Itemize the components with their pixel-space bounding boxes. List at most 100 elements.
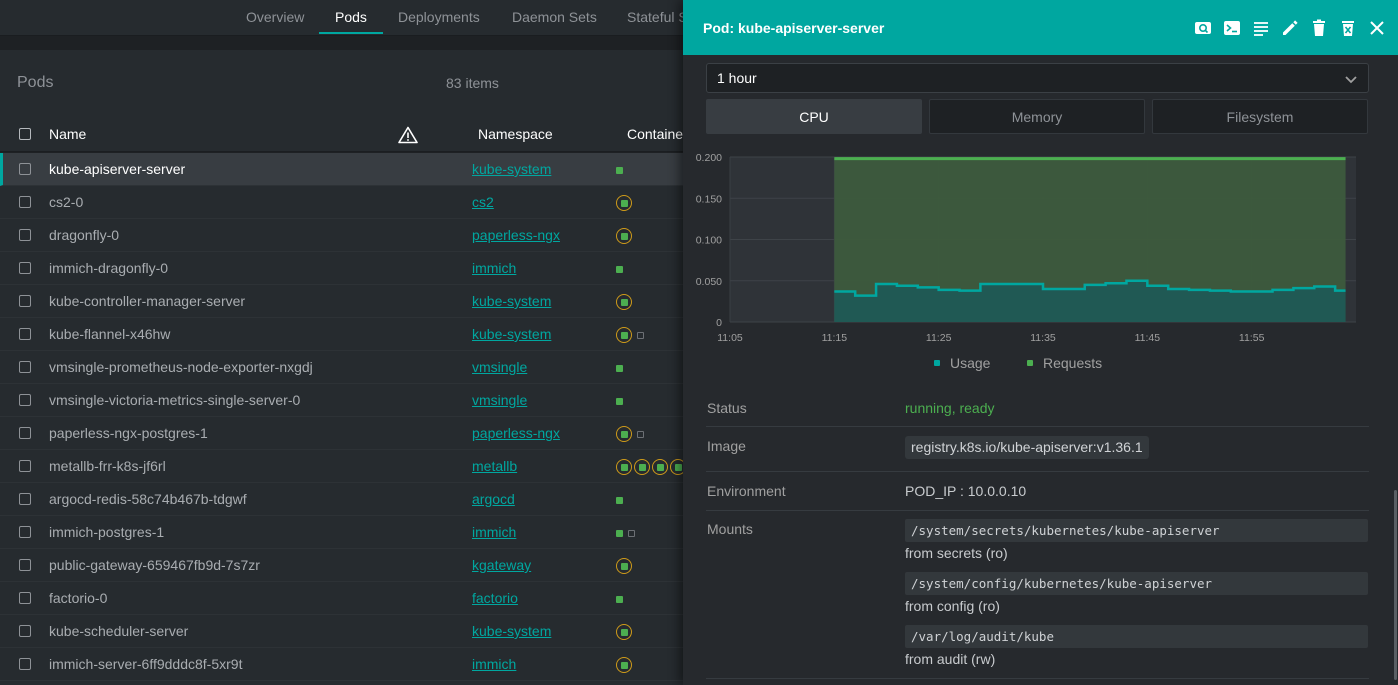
container-restarted-icon[interactable] [616,228,632,244]
table-row[interactable]: kube-apiserver-server kube-system [0,153,683,186]
container-restarted-icon[interactable] [634,459,650,475]
container-restarted-icon[interactable] [616,327,632,343]
table-row[interactable]: vmsingle-victoria-metrics-single-server-… [0,384,683,417]
table-row[interactable]: cs2-0 cs2 [0,186,683,219]
namespace-link[interactable]: kube-system [472,161,551,177]
namespace-link[interactable]: kgateway [472,557,531,573]
tab-overview[interactable]: Overview [246,0,304,35]
namespace-link[interactable]: argocd [472,491,515,507]
namespace-link[interactable]: factorio [472,590,518,606]
container-running-icon[interactable] [616,364,623,372]
row-checkbox[interactable] [19,625,31,637]
table-row[interactable]: kube-scheduler-server kube-system [0,615,683,648]
namespace-link[interactable]: kube-system [472,293,551,309]
namespace-link[interactable]: immich [472,260,516,276]
table-row[interactable]: metallb-frr-k8s-jf6rl metallb [0,450,683,483]
row-checkbox[interactable] [19,559,31,571]
table-row[interactable]: immich-server-6ff9dddc8f-5xr9t immich [0,648,683,681]
container-terminated-icon[interactable] [637,331,644,339]
container-status [616,624,632,640]
table-row[interactable]: immich-postgres-1 immich [0,516,683,549]
row-checkbox[interactable] [19,493,31,505]
container-restarted-icon[interactable] [616,426,632,442]
evict-icon[interactable] [1338,18,1358,38]
row-checkbox[interactable] [19,394,31,406]
namespace-link[interactable]: cs2 [472,194,494,210]
table-row[interactable]: paperless-ngx-postgres-1 paperless-ngx [0,417,683,450]
container-terminated-icon[interactable] [628,529,635,537]
row-checkbox[interactable] [19,427,31,439]
namespace-link[interactable]: immich [472,524,516,540]
container-restarted-icon[interactable] [616,294,632,310]
warning-icon [398,126,418,144]
row-checkbox[interactable] [19,361,31,373]
tab-deployments[interactable]: Deployments [398,0,480,35]
tab-daemon-sets[interactable]: Daemon Sets [512,0,597,35]
namespace-link[interactable]: kube-system [472,326,551,342]
x-tick-label: 11:55 [1239,332,1265,344]
namespace-link[interactable]: paperless-ngx [472,425,560,441]
container-status [616,228,632,244]
tab-memory[interactable]: Memory [929,99,1145,134]
table-row[interactable]: public-gateway-659467fb9d-7s7zr kgateway [0,549,683,582]
table-row[interactable]: immich-dragonfly-0 immich [0,252,683,285]
row-checkbox[interactable] [19,196,31,208]
column-name[interactable]: Name [49,126,86,142]
table-row[interactable]: vmsingle-prometheus-node-exporter-nxgdj v… [0,351,683,384]
container-terminated-icon[interactable] [637,430,644,438]
row-checkbox[interactable] [19,658,31,670]
table-row[interactable]: dragonfly-0 paperless-ngx [0,219,683,252]
row-checkbox[interactable] [19,526,31,538]
tab-stateful-sets[interactable]: Stateful Sets [627,0,683,35]
table-row[interactable]: argocd-redis-58c74b467b-tdgwf argocd [0,483,683,516]
container-running-icon[interactable] [616,595,623,603]
pod-name: paperless-ngx-postgres-1 [49,425,208,441]
namespace-link[interactable]: metallb [472,458,517,474]
row-checkbox[interactable] [19,295,31,307]
container-restarted-icon[interactable] [670,459,683,475]
container-running-icon[interactable] [616,397,623,405]
row-checkbox[interactable] [19,229,31,241]
row-checkbox[interactable] [19,163,31,175]
delete-icon[interactable] [1309,18,1329,38]
table-row[interactable]: kube-flannel-x46hw kube-system [0,318,683,351]
namespace-link[interactable]: paperless-ngx [472,227,560,243]
terminal-icon[interactable] [1222,18,1242,38]
legend-requests-label: Requests [1043,355,1103,371]
container-running-icon[interactable] [616,265,623,273]
time-range-select[interactable]: 1 hour [706,63,1369,93]
namespace-link[interactable]: immich [472,656,516,672]
search-logs-icon[interactable] [1193,18,1213,38]
container-running-icon[interactable] [616,529,623,537]
container-restarted-icon[interactable] [616,558,632,574]
namespace-link[interactable]: kube-system [472,623,551,639]
tab-cpu[interactable]: CPU [706,99,922,134]
edit-icon[interactable] [1280,18,1300,38]
drawer-header: Pod: kube-apiserver-server [683,0,1398,55]
container-restarted-icon[interactable] [616,195,632,211]
namespace-link[interactable]: vmsingle [472,359,527,375]
drawer-scrollbar[interactable] [1394,490,1397,680]
column-namespace[interactable]: Namespace [478,126,553,142]
logs-icon[interactable] [1251,18,1271,38]
container-running-icon[interactable] [616,166,623,174]
table-row[interactable]: kube-controller-manager-server kube-syste… [0,285,683,318]
mount-source: from audit (rw) [905,651,996,667]
y-tick-label: 0.100 [696,235,722,247]
select-all-checkbox[interactable] [19,128,31,140]
tab-pods[interactable]: Pods [319,0,383,35]
tab-filesystem[interactable]: Filesystem [1152,99,1368,134]
container-restarted-icon[interactable] [616,459,632,475]
row-checkbox[interactable] [19,592,31,604]
container-restarted-icon[interactable] [652,459,668,475]
container-running-icon[interactable] [616,496,623,504]
row-checkbox[interactable] [19,328,31,340]
close-icon[interactable] [1367,18,1387,38]
table-row[interactable]: factorio-0 factorio [0,582,683,615]
row-checkbox[interactable] [19,460,31,472]
container-restarted-icon[interactable] [616,657,632,673]
container-restarted-icon[interactable] [616,624,632,640]
namespace-link[interactable]: vmsingle [472,392,527,408]
row-checkbox[interactable] [19,262,31,274]
pod-name: factorio-0 [49,590,108,606]
